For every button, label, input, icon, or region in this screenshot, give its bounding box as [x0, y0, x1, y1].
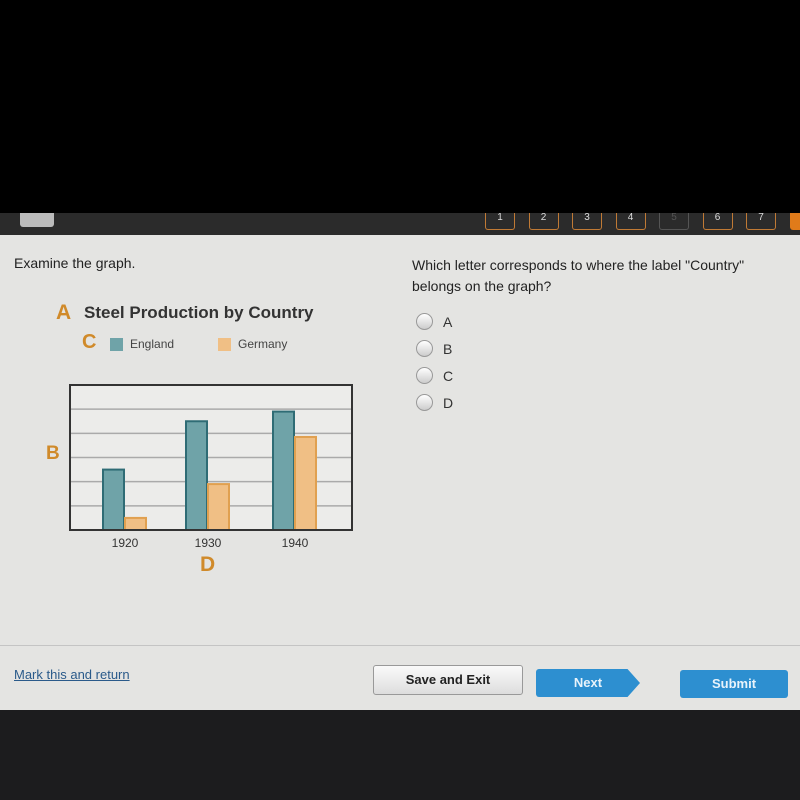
bar-chart: 1920 1930 1940 — [69, 384, 353, 550]
submit-button[interactable]: Submit — [680, 670, 788, 698]
x-tick-label: 1940 — [282, 536, 309, 550]
page-button-4[interactable]: 4 — [615, 213, 646, 230]
page-button-5: 5 — [659, 213, 689, 230]
chart-title: Steel Production by Country — [84, 303, 314, 322]
next-button[interactable]: Next — [536, 669, 640, 697]
page-button-6[interactable]: 6 — [702, 213, 733, 230]
bar-germany-1930 — [207, 483, 230, 532]
save-and-exit-button[interactable]: Save and Exit — [373, 665, 523, 695]
x-tick-label: 1920 — [112, 536, 139, 550]
menu-button[interactable] — [20, 213, 54, 227]
bar-england-1930 — [185, 420, 208, 531]
radio-option-b[interactable] — [416, 340, 433, 357]
page-button-2[interactable]: 2 — [528, 213, 559, 230]
question-text: Which letter corresponds to where the la… — [412, 257, 745, 294]
option-label-b[interactable]: B — [443, 341, 452, 357]
legend-label-germany: Germany — [238, 337, 288, 351]
marker-b: B — [46, 443, 60, 464]
marker-d: D — [200, 553, 216, 576]
radio-option-d[interactable] — [416, 394, 433, 411]
option-label-d[interactable]: D — [443, 395, 453, 411]
bar-germany-1920 — [124, 516, 147, 532]
page-button-7[interactable]: 7 — [746, 213, 776, 230]
option-label-a[interactable]: A — [443, 314, 452, 330]
marker-a: A — [56, 301, 72, 324]
x-tick-label: 1930 — [195, 536, 222, 550]
bar-germany-1940 — [294, 435, 317, 531]
legend-label-england: England — [130, 337, 175, 351]
legend-swatch-england — [110, 338, 123, 351]
mark-and-return-link[interactable]: Mark this and return — [14, 667, 130, 682]
bar-england-1940 — [272, 410, 295, 531]
page-button-1[interactable]: 1 — [485, 213, 515, 230]
option-label-c[interactable]: C — [443, 368, 453, 384]
screen-bezel — [0, 710, 800, 800]
radio-option-a[interactable] — [416, 313, 433, 330]
radio-option-c[interactable] — [416, 367, 433, 384]
page-button-3[interactable]: 3 — [572, 213, 602, 230]
instruction-text: Examine the graph. — [14, 255, 136, 271]
bar-england-1920 — [102, 468, 125, 532]
footer-divider — [0, 645, 800, 646]
question-panel: Examine the graph. A Steel Production by… — [0, 235, 800, 710]
legend-swatch-germany — [218, 338, 231, 351]
marker-c: C — [82, 331, 97, 353]
page-button-8[interactable] — [789, 213, 800, 230]
top-toolbar: 1234567 — [0, 213, 800, 235]
